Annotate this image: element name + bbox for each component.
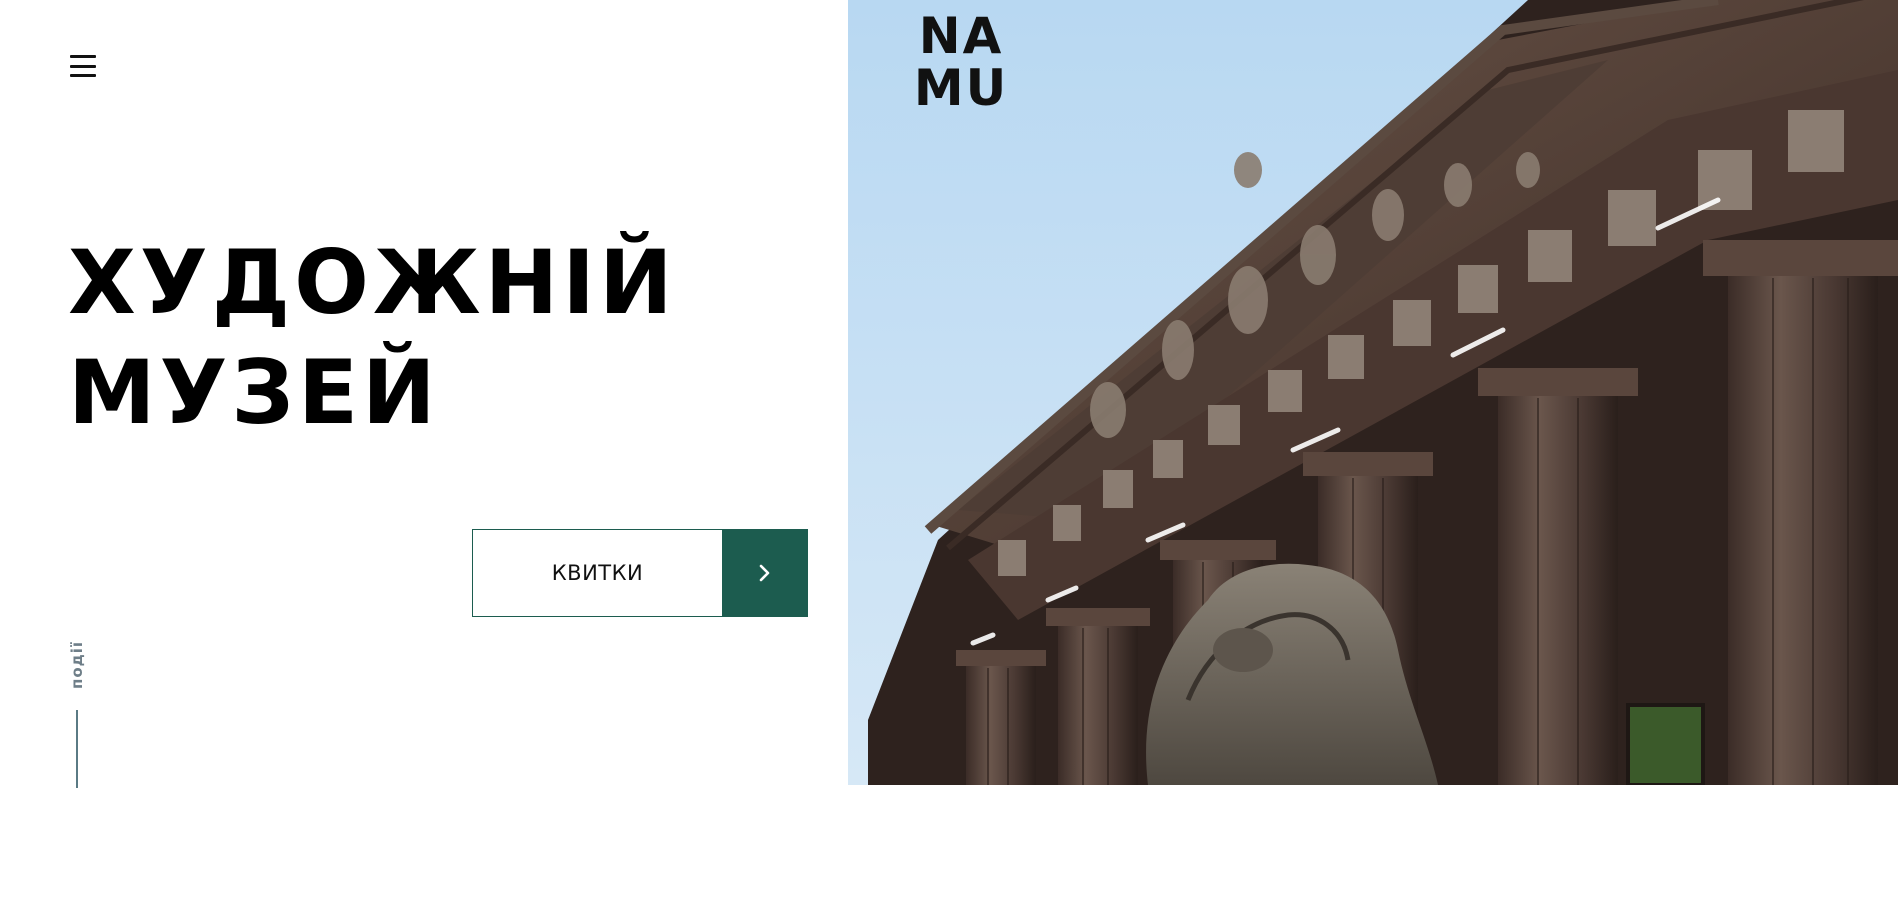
tickets-button[interactable]: КВИТКИ xyxy=(472,529,808,617)
logo-line-2: MU xyxy=(913,59,1009,117)
logo-line-1: NA xyxy=(918,7,1004,65)
events-divider-line xyxy=(76,710,78,788)
events-link[interactable]: події xyxy=(60,630,94,700)
museum-facade-image xyxy=(848,0,1898,785)
chevron-right-icon xyxy=(759,564,770,582)
menu-bar xyxy=(70,55,96,58)
menu-bar xyxy=(70,64,96,68)
menu-bar xyxy=(70,74,96,77)
hero-image xyxy=(848,0,1898,785)
hero-title: ХУДОЖНІЙ МУЗЕЙ xyxy=(68,228,677,448)
hero-title-line-1: ХУДОЖНІЙ xyxy=(68,231,677,334)
hero-title-line-2: МУЗЕЙ xyxy=(68,341,440,444)
events-label: події xyxy=(68,640,86,690)
hamburger-menu-icon[interactable] xyxy=(70,55,96,77)
page: ХУДОЖНІЙ МУЗЕЙ КВИТКИ події NA MU xyxy=(0,0,1898,917)
site-logo[interactable]: NA MU xyxy=(906,10,1016,114)
tickets-button-label: КВИТКИ xyxy=(472,529,722,617)
tickets-arrow-button[interactable] xyxy=(722,529,808,617)
